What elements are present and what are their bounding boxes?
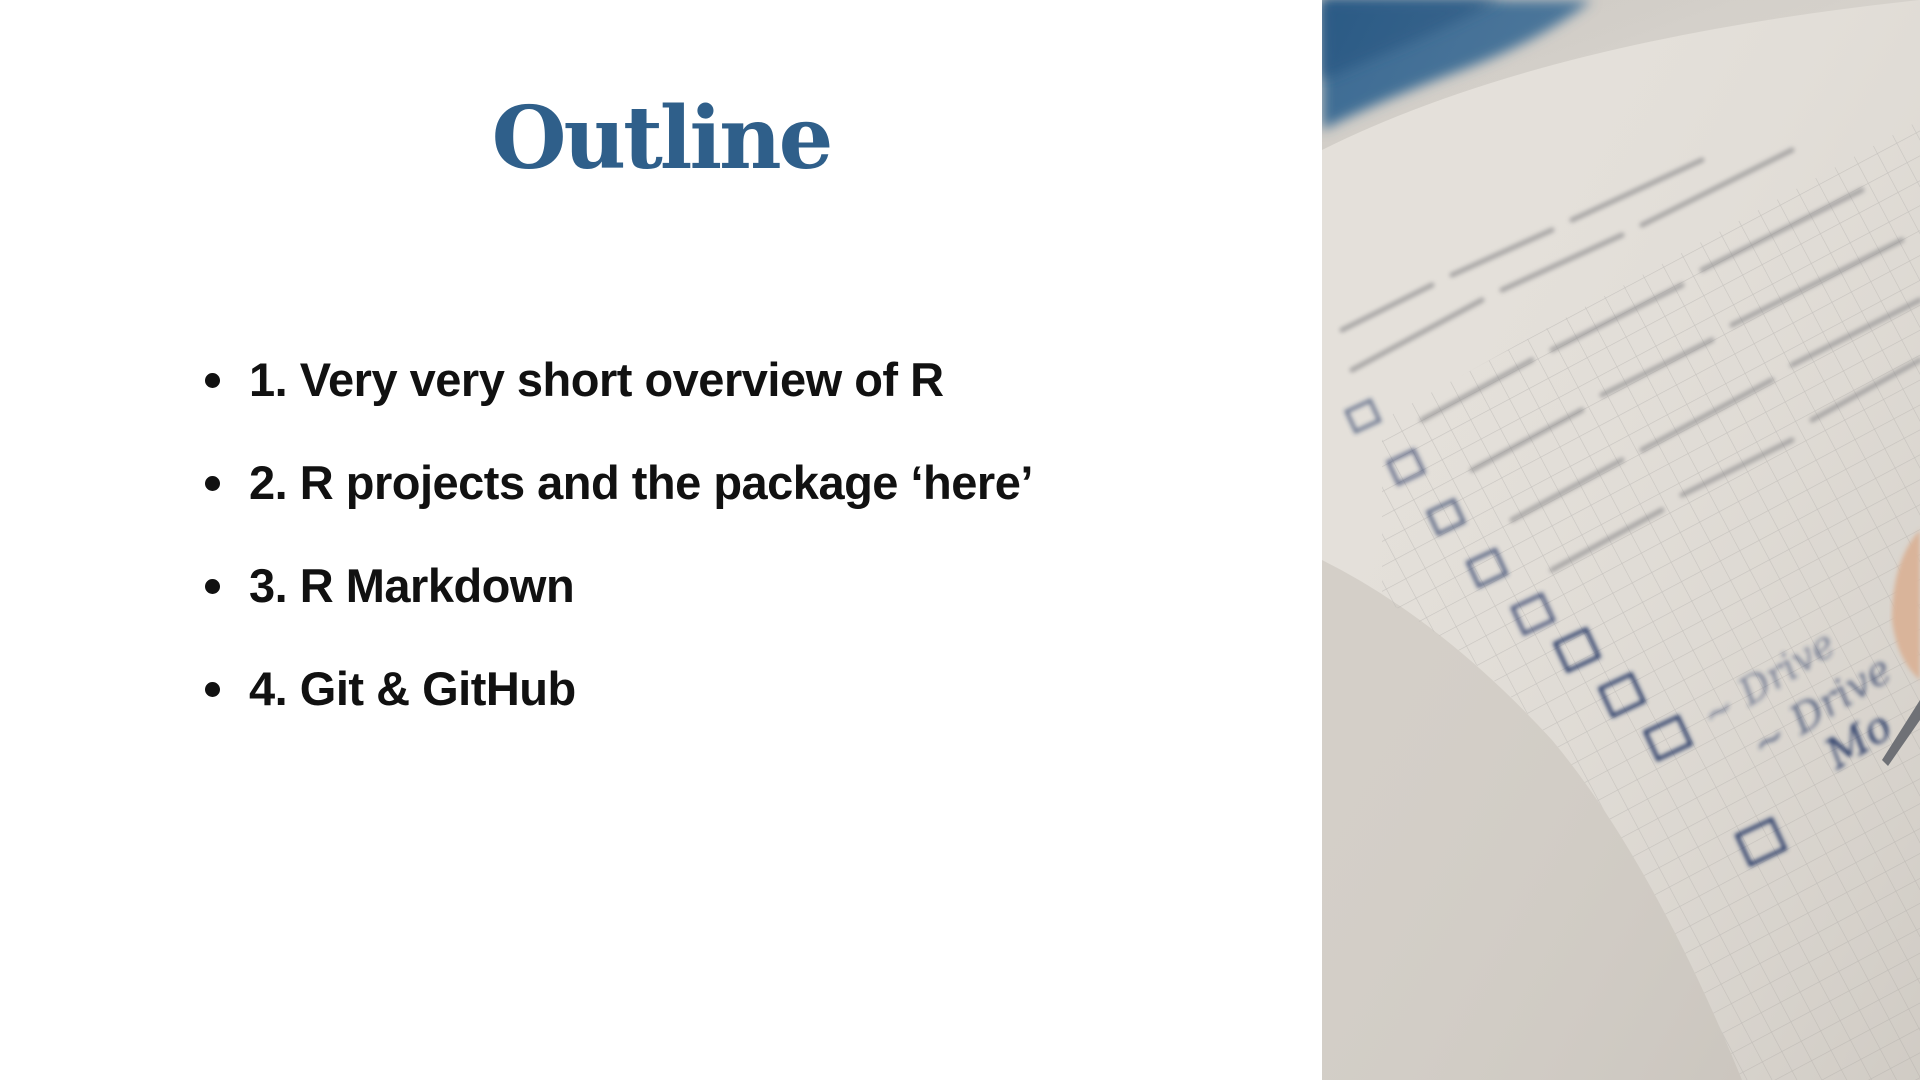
slide: Outline 1. Very very short overview of R… xyxy=(0,0,1920,1080)
bullet-dot-icon xyxy=(205,682,220,697)
bullet-dot-icon xyxy=(205,579,220,594)
bullet-text: 3. R Markdown xyxy=(249,559,575,612)
checklist-photo: ~ Drive ~ Drive Mo xyxy=(1322,0,1920,1080)
bullet-text: 4. Git & GitHub xyxy=(249,662,576,715)
bullet-dot-icon xyxy=(205,476,220,491)
bullet-text: 2. R projects and the package ‘here’ xyxy=(249,456,1033,509)
checklist-notebook-photo-icon: ~ Drive ~ Drive Mo xyxy=(1322,0,1920,1080)
slide-title: Outline xyxy=(491,88,834,189)
bullet-text: 1. Very very short overview of R xyxy=(249,353,944,406)
content-panel: Outline 1. Very very short overview of R… xyxy=(0,0,1322,1080)
bullet-dot-icon xyxy=(205,373,220,388)
